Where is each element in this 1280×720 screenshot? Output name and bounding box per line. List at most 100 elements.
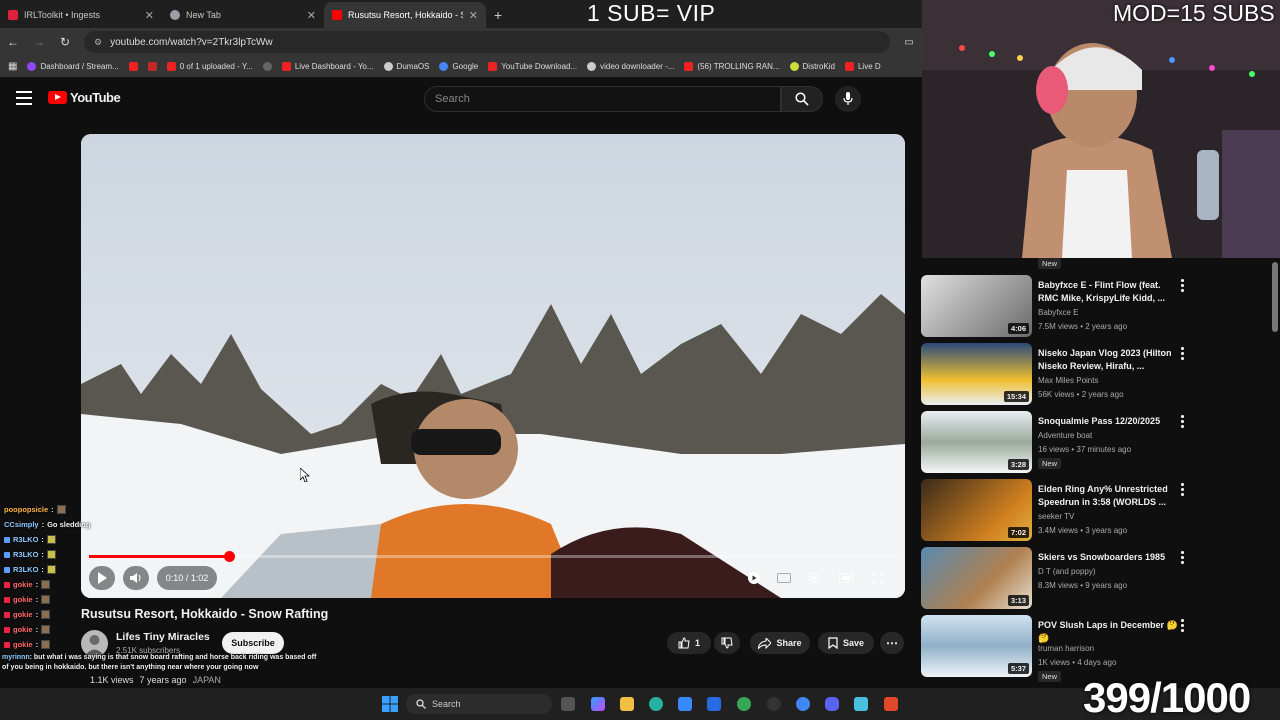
more-actions-button[interactable]: ⋯ <box>880 632 904 654</box>
save-button[interactable]: Save <box>818 632 874 654</box>
bookmark-item[interactable]: 0 of 1 uploaded - Y... <box>166 62 253 71</box>
task-view-icon[interactable] <box>561 697 575 711</box>
recommendation-item[interactable]: 3:28 Snoqualmie Pass 12/20/2025 Adventur… <box>920 411 1270 475</box>
bookmark-item[interactable] <box>262 62 272 71</box>
location-tag[interactable]: JAPAN <box>193 675 221 685</box>
back-arrow-icon[interactable]: ← <box>6 35 20 49</box>
site-info-icon[interactable]: ⚙ <box>94 37 102 48</box>
recommendation-channel[interactable]: D T (and poppy) <box>1038 567 1096 576</box>
video-thumbnail[interactable]: 7:02 <box>921 479 1032 541</box>
chrome-favicon-icon <box>170 10 180 20</box>
bookmark-item[interactable]: Google <box>439 62 478 71</box>
recommendation-title[interactable]: Elden Ring Any% Unrestricted Speedrun in… <box>1038 483 1178 509</box>
more-options-icon[interactable] <box>1181 619 1185 633</box>
recommendation-channel[interactable]: Max Miles Points <box>1038 376 1098 385</box>
reload-icon[interactable]: ↻ <box>58 35 72 49</box>
recommendation-item[interactable]: 15:34 Niseko Japan Vlog 2023 (Hilton Nis… <box>920 343 1270 407</box>
video-thumbnail[interactable]: 15:34 <box>921 343 1032 405</box>
close-tab-icon[interactable]: ✕ <box>469 9 478 22</box>
recommendation-item[interactable]: 3:13 Skiers vs Snowboarders 1985 D T (an… <box>920 547 1270 611</box>
recommendation-item[interactable]: 7:02 Elden Ring Any% Unrestricted Speedr… <box>920 479 1270 543</box>
bookmark-item[interactable]: Live Dashboard - Yo... <box>281 62 374 71</box>
dislike-button[interactable] <box>714 632 740 654</box>
windows-start-icon[interactable] <box>382 696 398 712</box>
recommendation-channel[interactable]: Babyfxce E <box>1038 308 1078 317</box>
chat-text: Go sledding <box>47 520 91 529</box>
more-options-icon[interactable] <box>1181 551 1185 565</box>
close-tab-icon[interactable]: ✕ <box>307 9 316 22</box>
fullscreen-button[interactable] <box>867 566 889 590</box>
file-explorer-icon[interactable] <box>620 697 634 711</box>
chat-badge-icon <box>4 581 10 588</box>
bookmark-item[interactable]: DumaOS <box>383 62 429 71</box>
browser-tab-irltoolkit[interactable]: IRLToolkit • Ingests ✕ <box>0 2 162 28</box>
chat-separator: : <box>41 550 44 559</box>
recommendations-sidebar: New 4:06 Babyfxce E - Flint Flow (feat. … <box>920 258 1270 688</box>
video-thumbnail[interactable]: 3:28 <box>921 411 1032 473</box>
video-thumbnail[interactable]: 3:13 <box>921 547 1032 609</box>
bookmark-item[interactable]: YouTube Download... <box>488 62 577 71</box>
taskbar-search[interactable]: Search <box>406 694 552 714</box>
more-options-icon[interactable] <box>1181 415 1185 429</box>
new-tab-button[interactable]: + <box>486 2 510 28</box>
settings-button[interactable] <box>803 566 825 590</box>
bookmark-item[interactable]: video downloader -... <box>587 62 674 71</box>
forward-arrow-icon[interactable]: → <box>32 35 46 49</box>
recommendation-title[interactable]: Niseko Japan Vlog 2023 (Hilton Niseko Re… <box>1038 347 1178 373</box>
sidebar-scrollbar[interactable] <box>1272 262 1278 332</box>
notepad-icon[interactable] <box>854 697 868 711</box>
bookmark-item[interactable] <box>147 62 157 71</box>
browser-tab-youtube[interactable]: Rusutsu Resort, Hokkaido - Sno ✕ <box>324 2 486 28</box>
recommendation-title[interactable]: Skiers vs Snowboarders 1985 <box>1038 551 1178 564</box>
chat-emote-icon <box>41 595 51 604</box>
cast-icon[interactable]: ▭ <box>902 37 916 48</box>
bookmark-item[interactable] <box>128 62 138 71</box>
like-button[interactable]: 1 <box>667 632 711 654</box>
video-thumbnail[interactable]: 5:37 <box>921 615 1032 677</box>
store-icon[interactable] <box>678 697 692 711</box>
autoplay-toggle[interactable] <box>743 566 765 590</box>
more-options-icon[interactable] <box>1181 483 1185 497</box>
recommendation-channel[interactable]: seeker TV <box>1038 512 1074 521</box>
share-button[interactable]: Share <box>750 632 810 654</box>
outlook-icon[interactable] <box>707 697 721 711</box>
bookmarks-bar: ▦ Dashboard / Stream... 0 of 1 uploaded … <box>0 56 922 78</box>
search-button[interactable] <box>781 86 823 112</box>
chrome-active-icon[interactable] <box>796 697 810 711</box>
voice-search-button[interactable] <box>835 86 861 112</box>
video-thumbnail[interactable]: 4:06 <box>921 275 1032 337</box>
browser-tab-new-tab[interactable]: New Tab ✕ <box>162 2 324 28</box>
chat-badge-icon <box>4 536 10 543</box>
hamburger-menu-icon[interactable] <box>16 91 32 105</box>
more-options-icon[interactable] <box>1181 279 1185 293</box>
bookmark-item[interactable]: (56) TROLLING RAN... <box>684 62 780 71</box>
copilot-icon[interactable] <box>591 697 605 711</box>
close-tab-icon[interactable]: ✕ <box>145 9 154 22</box>
captions-button[interactable] <box>773 566 795 590</box>
bookmark-label: (56) TROLLING RAN... <box>697 62 780 71</box>
recommendation-title[interactable]: Snoqualmie Pass 12/20/2025 <box>1038 415 1178 428</box>
search-input[interactable]: Search <box>424 86 781 112</box>
recommendation-title[interactable]: Babyfxce E - Flint Flow (feat. RMC Mike,… <box>1038 279 1178 305</box>
recommendation-item[interactable]: 5:37 POV Slush Laps in December 🤔🤔 truma… <box>920 615 1270 682</box>
youtube-logo[interactable]: YouTube <box>48 90 121 105</box>
recommendation-channel[interactable]: Adventure boat <box>1038 431 1092 440</box>
bookmark-item[interactable]: Live D <box>844 62 881 71</box>
recommendation-item[interactable]: 4:06 Babyfxce E - Flint Flow (feat. RMC … <box>920 275 1270 339</box>
obs-icon[interactable] <box>767 697 781 711</box>
more-options-icon[interactable] <box>1181 347 1185 361</box>
recommendation-channel[interactable]: truman harrison <box>1038 644 1094 653</box>
address-bar[interactable]: ⚙ youtube.com/watch?v=2Tkr3lpTcWw <box>84 31 890 53</box>
discord-icon[interactable] <box>825 697 839 711</box>
chat-message: gokie: <box>0 577 330 592</box>
bookmark-item[interactable]: DistroKid <box>789 62 835 71</box>
app-icon[interactable] <box>884 697 898 711</box>
edge-browser-icon[interactable] <box>649 697 663 711</box>
apps-grid-icon[interactable]: ▦ <box>8 61 17 72</box>
fullscreen-icon <box>872 572 884 584</box>
theater-mode-button[interactable] <box>835 566 857 590</box>
chrome-icon[interactable] <box>737 697 751 711</box>
chat-username: gokie <box>13 625 33 634</box>
bookmark-item[interactable]: Dashboard / Stream... <box>27 62 119 71</box>
recommendation-title[interactable]: POV Slush Laps in December 🤔🤔 <box>1038 619 1178 645</box>
